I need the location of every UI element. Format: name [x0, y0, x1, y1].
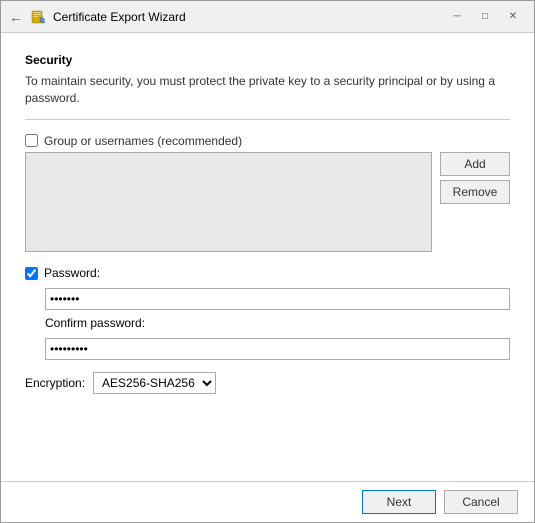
group-users-checkbox[interactable]	[25, 134, 38, 147]
encryption-row: Encryption: AES256-SHA256 3DES-SHA1 RC2-…	[25, 372, 510, 394]
password-checkbox-row: Password:	[25, 266, 510, 282]
next-button[interactable]: Next	[362, 490, 436, 514]
title-bar-title: Certificate Export Wizard	[53, 10, 186, 24]
security-heading: Security	[25, 53, 510, 67]
encryption-select[interactable]: AES256-SHA256 3DES-SHA1 RC2-SHA1	[93, 372, 216, 394]
password-section: Password: Confirm password: Encryption: …	[25, 266, 510, 394]
password-input[interactable]	[45, 288, 510, 310]
minimize-button[interactable]: ─	[444, 7, 470, 27]
users-listbox[interactable]	[25, 152, 432, 252]
wizard-footer: Next Cancel	[1, 481, 534, 522]
back-button[interactable]: ←	[9, 9, 23, 25]
svg-text:★: ★	[42, 11, 48, 25]
title-bar-controls: ─ □ ✕	[444, 7, 526, 27]
password-input-wrapper	[45, 288, 510, 310]
confirm-password-input-wrapper	[45, 338, 510, 360]
cert-icon: ★	[31, 9, 47, 25]
users-buttons: Add Remove	[440, 152, 510, 252]
users-panel-row: Add Remove	[25, 152, 510, 252]
remove-button[interactable]: Remove	[440, 180, 510, 204]
close-button[interactable]: ✕	[500, 7, 526, 27]
title-bar: ← ★ Certificate Export Wizard ─ □ ✕	[1, 1, 534, 33]
wizard-content: Security To maintain security, you must …	[1, 33, 534, 481]
section-divider	[25, 119, 510, 120]
security-description: To maintain security, you must protect t…	[25, 73, 510, 107]
group-users-label: Group or usernames (recommended)	[44, 134, 242, 148]
confirm-password-input[interactable]	[45, 338, 510, 360]
maximize-button[interactable]: □	[472, 7, 498, 27]
add-button[interactable]: Add	[440, 152, 510, 176]
encryption-label: Encryption:	[25, 376, 85, 390]
password-label: Password:	[44, 266, 100, 280]
cancel-button[interactable]: Cancel	[444, 490, 518, 514]
group-users-row: Group or usernames (recommended)	[25, 134, 510, 148]
title-bar-left: ← ★ Certificate Export Wizard	[9, 9, 186, 25]
confirm-password-label: Confirm password:	[45, 316, 510, 330]
password-checkbox[interactable]	[25, 267, 38, 280]
certificate-export-wizard-window: ← ★ Certificate Export Wizard ─ □ ✕ Secu…	[0, 0, 535, 523]
